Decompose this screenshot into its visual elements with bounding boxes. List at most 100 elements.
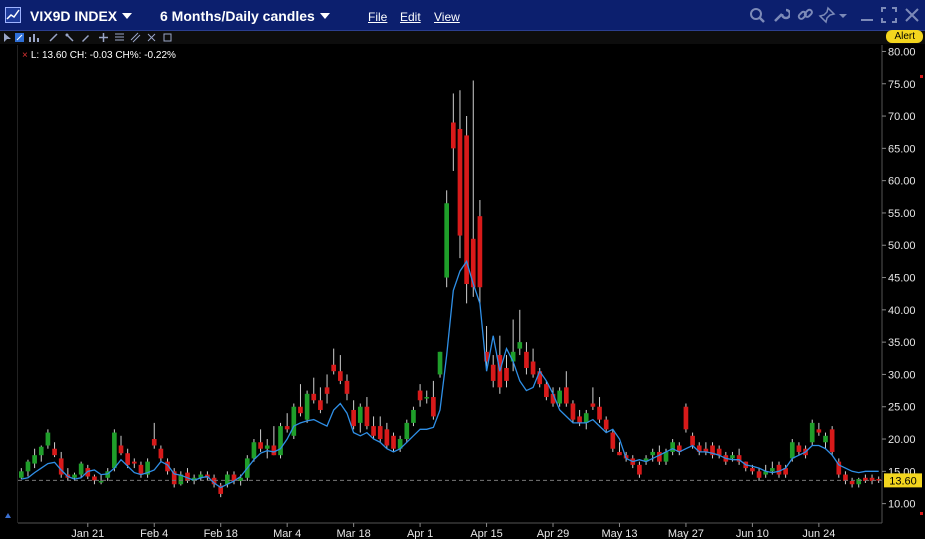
symbol-selector[interactable]: VIX9D INDEX [30, 8, 133, 24]
x-tick-label: Apr 15 [470, 528, 502, 539]
x-tick-label: Mar 18 [337, 528, 371, 539]
edge-marker [920, 512, 923, 515]
candle-body [251, 442, 257, 459]
candle-body [610, 432, 616, 449]
candle-body [557, 390, 562, 404]
candle-body [650, 451, 656, 456]
annotation-tool-icon[interactable] [162, 32, 173, 43]
timeframe-label: 6 Months/Daily candles [160, 8, 315, 24]
candle-body [404, 422, 410, 440]
candle-body [770, 468, 775, 472]
x-tick-label: Jun 24 [802, 528, 835, 539]
window-titlebar: VIX9D INDEX 6 Months/Daily candles File … [0, 0, 925, 31]
x-tick-label: Apr 1 [407, 528, 433, 539]
candle-body [72, 474, 77, 478]
search-icon[interactable] [748, 6, 766, 24]
drawing-toolbar [0, 31, 925, 44]
close-icon[interactable] [903, 6, 921, 24]
menu-view[interactable]: View [434, 10, 460, 24]
candle-body [683, 406, 689, 430]
x-tick-label: Jun 10 [736, 528, 769, 539]
candle-body [384, 429, 390, 446]
candle-body [530, 361, 536, 375]
y-tick-label: 30.00 [888, 369, 916, 381]
candle-body [291, 406, 297, 436]
candle-body [78, 463, 84, 475]
candle-body [311, 393, 317, 401]
edge-marker [920, 75, 923, 78]
crosshair-tool-icon[interactable] [98, 32, 109, 43]
candle-body [603, 419, 609, 430]
y-tick-label: 40.00 [888, 305, 916, 317]
y-tick-label: 20.00 [888, 434, 916, 446]
candle-body [98, 481, 104, 483]
y-tick-label: 75.00 [888, 79, 916, 91]
line-tool-icon[interactable] [48, 32, 59, 43]
price-chart[interactable]: 10.0015.0020.0025.0030.0035.0040.0045.00… [0, 45, 925, 539]
ray-tool-icon[interactable] [64, 32, 75, 43]
legend-close-icon[interactable]: × [22, 50, 28, 61]
pin-icon[interactable] [818, 6, 836, 24]
x-tick-label: Mar 4 [273, 528, 301, 539]
candle-body [158, 448, 164, 459]
candle-body [856, 479, 862, 485]
candle-body [318, 400, 323, 410]
candle-body [776, 464, 782, 475]
pencil-tool-icon[interactable] [80, 32, 91, 43]
fibonacci-tool-icon[interactable] [114, 32, 125, 43]
candle-body [391, 435, 396, 449]
candle-body [338, 371, 343, 381]
candle-body [377, 426, 383, 440]
candle-body [849, 481, 855, 485]
candle-body [138, 464, 144, 475]
candle-body [25, 461, 31, 472]
overlay-line [21, 259, 879, 489]
candle-body [504, 367, 509, 381]
menu-file[interactable]: File [368, 10, 387, 24]
candle-body [18, 471, 24, 478]
shapes-tool-icon[interactable] [146, 32, 157, 43]
candle-body [45, 432, 51, 446]
candle-body [411, 409, 416, 423]
minimize-icon[interactable] [858, 6, 876, 24]
candle-body [264, 445, 270, 449]
candle-body [32, 455, 37, 464]
candle-body [324, 387, 330, 394]
candle-body [351, 409, 356, 427]
maximize-icon[interactable] [880, 6, 898, 24]
chart-type-icon[interactable] [14, 32, 25, 43]
y-tick-label: 50.00 [888, 240, 916, 252]
timeframe-selector[interactable]: 6 Months/Daily candles [160, 8, 330, 24]
menu-edit[interactable]: Edit [400, 10, 421, 24]
candle-body [444, 203, 450, 278]
candle-body [570, 403, 576, 420]
y-tick-label: 10.00 [888, 499, 916, 511]
candle-body [304, 393, 310, 420]
x-tick-label: Apr 29 [537, 528, 569, 539]
candle-body [298, 406, 303, 414]
y-tick-label: 55.00 [888, 208, 916, 220]
pin-dropdown-icon[interactable] [838, 6, 848, 24]
link-icon[interactable] [796, 6, 814, 24]
candle-body [816, 429, 822, 433]
candle-body [371, 426, 376, 436]
symbol-dropdown-icon [122, 13, 133, 19]
candle-body [52, 448, 57, 456]
candle-body [112, 432, 117, 469]
candle-body [756, 471, 762, 478]
wrench-icon[interactable] [772, 6, 790, 24]
candle-body [563, 387, 569, 404]
y-tick-label: 60.00 [888, 176, 916, 188]
alert-button[interactable]: Alert [886, 30, 923, 43]
candle-body [590, 403, 596, 407]
channel-tool-icon[interactable] [130, 32, 141, 43]
y-tick-label: 70.00 [888, 111, 916, 123]
cursor-tool-icon[interactable] [2, 32, 13, 43]
last-price-label: 13.60 [889, 475, 917, 487]
candle-body [331, 364, 337, 372]
bar-chart-icon[interactable] [28, 32, 39, 43]
candle-body [450, 122, 456, 149]
y-tick-label: 80.00 [888, 46, 916, 58]
candle-body [637, 464, 642, 475]
candle-body [92, 476, 97, 481]
